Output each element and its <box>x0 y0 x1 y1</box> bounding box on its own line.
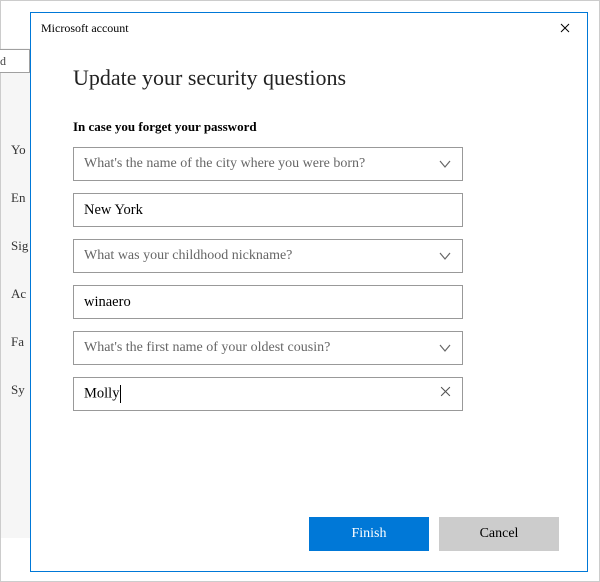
outer-frame: d Yo En Sig Ac Fa Sy Microsoft account U… <box>0 0 600 582</box>
clear-input-button[interactable] <box>436 385 454 403</box>
question-2-select[interactable]: What was your childhood nickname? <box>73 239 463 273</box>
page-subheading: In case you forget your password <box>73 119 545 135</box>
background-label: En <box>11 190 25 206</box>
background-label: Ac <box>11 286 26 302</box>
question-3-select-label: What's the first name of your oldest cou… <box>84 340 436 356</box>
background-truncated-input: d <box>0 49 30 73</box>
button-row: Finish Cancel <box>309 517 559 551</box>
chevron-down-icon <box>436 155 454 173</box>
title-bar: Microsoft account <box>31 13 587 43</box>
question-1-select-label: What's the name of the city where you we… <box>84 156 436 172</box>
background-label: Fa <box>11 334 24 350</box>
security-questions-form: What's the name of the city where you we… <box>73 147 545 423</box>
close-button[interactable] <box>542 13 587 43</box>
background-sidebar: d Yo En Sig Ac Fa Sy <box>1 48 31 538</box>
answer-1-input[interactable]: New York <box>73 193 463 227</box>
answer-3-value: Molly <box>84 385 436 403</box>
chevron-down-icon <box>436 339 454 357</box>
answer-3-input[interactable]: Molly <box>73 377 463 411</box>
background-label: Yo <box>11 142 26 158</box>
content-area: Update your security questions In case y… <box>31 43 587 423</box>
text-caret <box>120 385 121 403</box>
close-icon <box>560 21 570 36</box>
cancel-button[interactable]: Cancel <box>439 517 559 551</box>
question-2-select-label: What was your childhood nickname? <box>84 248 436 264</box>
page-title: Update your security questions <box>73 65 545 91</box>
background-label: Sy <box>11 382 25 398</box>
chevron-down-icon <box>436 247 454 265</box>
background-label: Sig <box>11 238 28 254</box>
question-1-select[interactable]: What's the name of the city where you we… <box>73 147 463 181</box>
answer-1-value: New York <box>84 202 454 219</box>
modal-window: Microsoft account Update your security q… <box>30 12 588 572</box>
finish-button[interactable]: Finish <box>309 517 429 551</box>
question-3-select[interactable]: What's the first name of your oldest cou… <box>73 331 463 365</box>
close-icon <box>440 386 451 402</box>
window-title: Microsoft account <box>41 21 129 36</box>
answer-2-input[interactable]: winaero <box>73 285 463 319</box>
answer-2-value: winaero <box>84 294 454 311</box>
